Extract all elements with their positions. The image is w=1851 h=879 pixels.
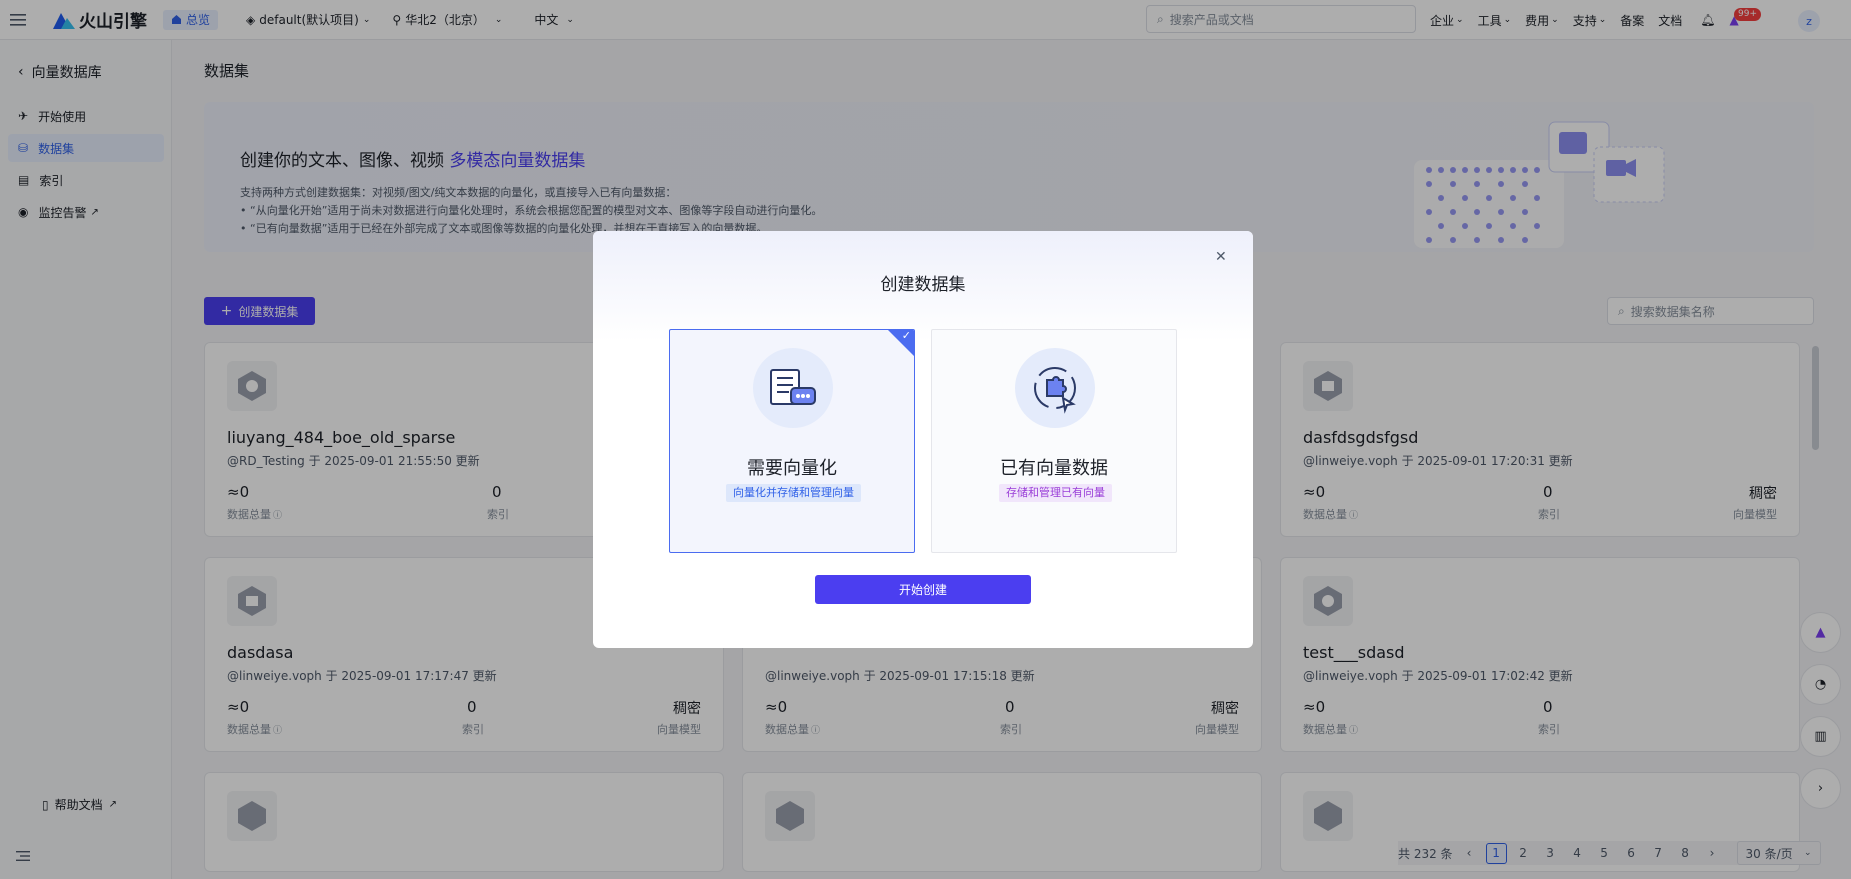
vectorize-illustration-icon bbox=[753, 348, 833, 428]
puzzle-illustration-icon bbox=[1015, 348, 1095, 428]
check-icon: ✓ bbox=[901, 329, 911, 342]
option-title: 需要向量化 bbox=[747, 458, 837, 479]
option-tag: 向量化并存储和管理向量 bbox=[726, 484, 861, 502]
option-tag: 存储和管理已有向量 bbox=[999, 484, 1112, 502]
option-need-vectorize[interactable]: ✓ 需要向量化 向量化并存储和管理向量 bbox=[669, 329, 915, 553]
start-create-button[interactable]: 开始创建 bbox=[815, 575, 1031, 604]
create-dataset-modal: 创建数据集 ✕ ✓ 需要向量化 向量化并存储和管理向量 已有向量数据 存储和管理… bbox=[593, 231, 1253, 648]
close-icon[interactable]: ✕ bbox=[1215, 249, 1227, 265]
modal-title: 创建数据集 bbox=[880, 275, 966, 295]
option-title: 已有向量数据 bbox=[1000, 458, 1108, 479]
option-existing-vectors[interactable]: 已有向量数据 存储和管理已有向量 bbox=[931, 329, 1177, 553]
